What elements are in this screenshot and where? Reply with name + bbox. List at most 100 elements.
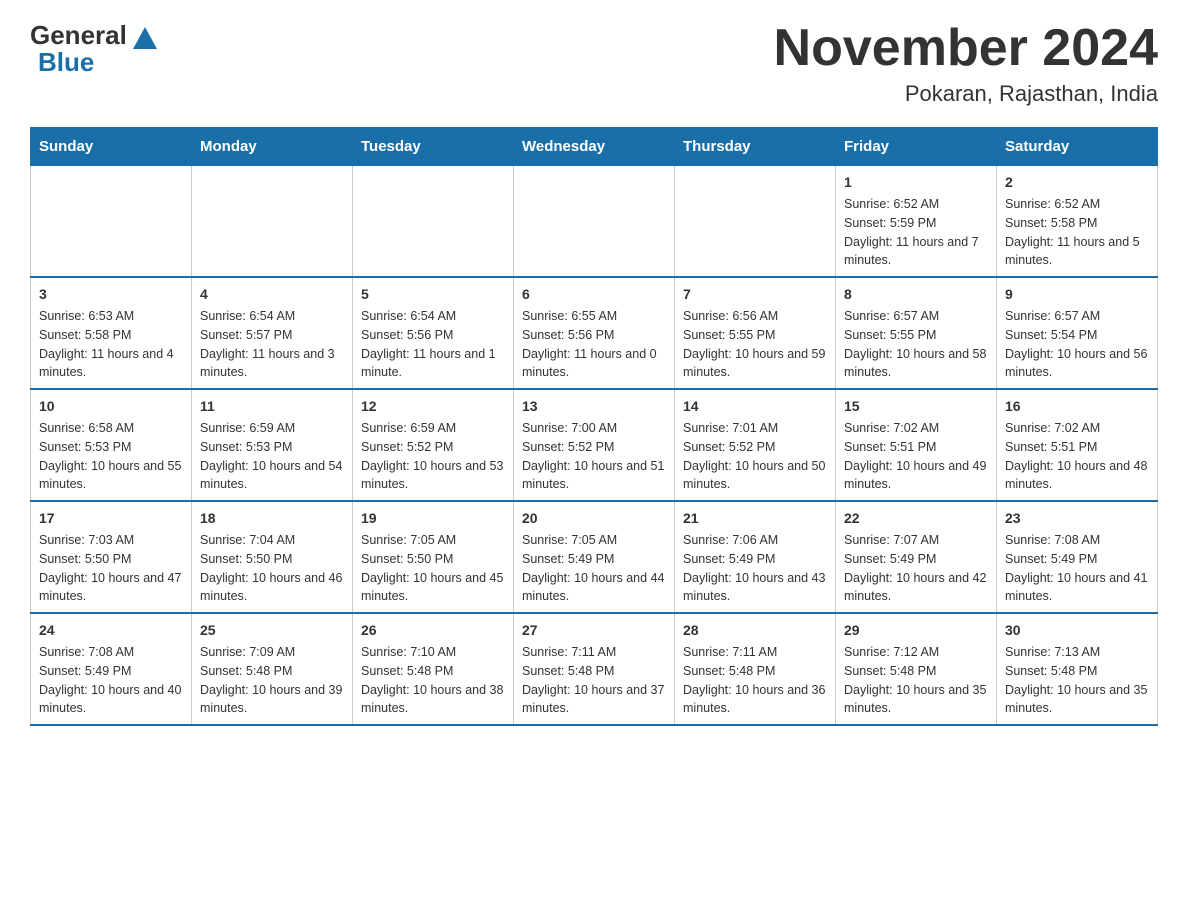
calendar-cell: 16Sunrise: 7:02 AM Sunset: 5:51 PM Dayli… — [997, 389, 1158, 501]
day-info: Sunrise: 6:59 AM Sunset: 5:52 PM Dayligh… — [361, 419, 505, 494]
day-number: 19 — [361, 508, 505, 529]
day-info: Sunrise: 7:05 AM Sunset: 5:49 PM Dayligh… — [522, 531, 666, 606]
month-year-title: November 2024 — [774, 20, 1158, 77]
calendar-cell: 24Sunrise: 7:08 AM Sunset: 5:49 PM Dayli… — [31, 613, 192, 725]
logo-triangle-icon — [133, 27, 157, 49]
day-info: Sunrise: 7:05 AM Sunset: 5:50 PM Dayligh… — [361, 531, 505, 606]
calendar-cell: 23Sunrise: 7:08 AM Sunset: 5:49 PM Dayli… — [997, 501, 1158, 613]
day-info: Sunrise: 6:56 AM Sunset: 5:55 PM Dayligh… — [683, 307, 827, 382]
day-number: 11 — [200, 396, 344, 417]
day-number: 9 — [1005, 284, 1149, 305]
calendar-cell: 15Sunrise: 7:02 AM Sunset: 5:51 PM Dayli… — [836, 389, 997, 501]
calendar-cell: 4Sunrise: 6:54 AM Sunset: 5:57 PM Daylig… — [192, 277, 353, 389]
calendar-cell: 26Sunrise: 7:10 AM Sunset: 5:48 PM Dayli… — [353, 613, 514, 725]
day-info: Sunrise: 6:58 AM Sunset: 5:53 PM Dayligh… — [39, 419, 183, 494]
calendar-cell: 29Sunrise: 7:12 AM Sunset: 5:48 PM Dayli… — [836, 613, 997, 725]
day-info: Sunrise: 7:11 AM Sunset: 5:48 PM Dayligh… — [683, 643, 827, 718]
day-number: 27 — [522, 620, 666, 641]
calendar-cell: 28Sunrise: 7:11 AM Sunset: 5:48 PM Dayli… — [675, 613, 836, 725]
day-number: 1 — [844, 172, 988, 193]
calendar-cell: 14Sunrise: 7:01 AM Sunset: 5:52 PM Dayli… — [675, 389, 836, 501]
day-info: Sunrise: 6:57 AM Sunset: 5:54 PM Dayligh… — [1005, 307, 1149, 382]
weekday-header-tuesday: Tuesday — [353, 128, 514, 166]
day-number: 22 — [844, 508, 988, 529]
calendar-cell — [514, 166, 675, 278]
day-number: 23 — [1005, 508, 1149, 529]
day-number: 2 — [1005, 172, 1149, 193]
calendar-cell: 11Sunrise: 6:59 AM Sunset: 5:53 PM Dayli… — [192, 389, 353, 501]
day-number: 28 — [683, 620, 827, 641]
weekday-header-friday: Friday — [836, 128, 997, 166]
day-number: 17 — [39, 508, 183, 529]
day-number: 3 — [39, 284, 183, 305]
day-info: Sunrise: 7:04 AM Sunset: 5:50 PM Dayligh… — [200, 531, 344, 606]
day-number: 5 — [361, 284, 505, 305]
day-info: Sunrise: 7:09 AM Sunset: 5:48 PM Dayligh… — [200, 643, 344, 718]
title-area: November 2024 Pokaran, Rajasthan, India — [774, 20, 1158, 107]
calendar-cell: 7Sunrise: 6:56 AM Sunset: 5:55 PM Daylig… — [675, 277, 836, 389]
day-info: Sunrise: 6:52 AM Sunset: 5:58 PM Dayligh… — [1005, 195, 1149, 270]
calendar-cell: 18Sunrise: 7:04 AM Sunset: 5:50 PM Dayli… — [192, 501, 353, 613]
day-number: 18 — [200, 508, 344, 529]
day-info: Sunrise: 6:55 AM Sunset: 5:56 PM Dayligh… — [522, 307, 666, 382]
day-info: Sunrise: 6:59 AM Sunset: 5:53 PM Dayligh… — [200, 419, 344, 494]
day-number: 30 — [1005, 620, 1149, 641]
calendar-cell: 17Sunrise: 7:03 AM Sunset: 5:50 PM Dayli… — [31, 501, 192, 613]
day-info: Sunrise: 7:12 AM Sunset: 5:48 PM Dayligh… — [844, 643, 988, 718]
day-number: 8 — [844, 284, 988, 305]
day-info: Sunrise: 6:54 AM Sunset: 5:56 PM Dayligh… — [361, 307, 505, 382]
calendar-cell: 2Sunrise: 6:52 AM Sunset: 5:58 PM Daylig… — [997, 166, 1158, 278]
location-subtitle: Pokaran, Rajasthan, India — [774, 81, 1158, 107]
calendar-table: SundayMondayTuesdayWednesdayThursdayFrid… — [30, 127, 1158, 726]
calendar-cell: 12Sunrise: 6:59 AM Sunset: 5:52 PM Dayli… — [353, 389, 514, 501]
day-info: Sunrise: 7:02 AM Sunset: 5:51 PM Dayligh… — [1005, 419, 1149, 494]
day-number: 29 — [844, 620, 988, 641]
logo-blue-text: Blue — [30, 47, 94, 78]
logo: General Blue — [30, 20, 157, 78]
calendar-cell: 30Sunrise: 7:13 AM Sunset: 5:48 PM Dayli… — [997, 613, 1158, 725]
calendar-cell: 25Sunrise: 7:09 AM Sunset: 5:48 PM Dayli… — [192, 613, 353, 725]
day-number: 16 — [1005, 396, 1149, 417]
calendar-cell: 13Sunrise: 7:00 AM Sunset: 5:52 PM Dayli… — [514, 389, 675, 501]
day-info: Sunrise: 7:02 AM Sunset: 5:51 PM Dayligh… — [844, 419, 988, 494]
weekday-header-saturday: Saturday — [997, 128, 1158, 166]
calendar-cell: 1Sunrise: 6:52 AM Sunset: 5:59 PM Daylig… — [836, 166, 997, 278]
weekday-header-monday: Monday — [192, 128, 353, 166]
calendar-cell: 8Sunrise: 6:57 AM Sunset: 5:55 PM Daylig… — [836, 277, 997, 389]
day-number: 10 — [39, 396, 183, 417]
calendar-cell: 6Sunrise: 6:55 AM Sunset: 5:56 PM Daylig… — [514, 277, 675, 389]
day-info: Sunrise: 7:08 AM Sunset: 5:49 PM Dayligh… — [1005, 531, 1149, 606]
calendar-cell: 20Sunrise: 7:05 AM Sunset: 5:49 PM Dayli… — [514, 501, 675, 613]
weekday-header-thursday: Thursday — [675, 128, 836, 166]
day-number: 20 — [522, 508, 666, 529]
day-info: Sunrise: 6:57 AM Sunset: 5:55 PM Dayligh… — [844, 307, 988, 382]
day-number: 14 — [683, 396, 827, 417]
day-number: 6 — [522, 284, 666, 305]
day-info: Sunrise: 7:03 AM Sunset: 5:50 PM Dayligh… — [39, 531, 183, 606]
calendar-cell: 10Sunrise: 6:58 AM Sunset: 5:53 PM Dayli… — [31, 389, 192, 501]
calendar-cell: 3Sunrise: 6:53 AM Sunset: 5:58 PM Daylig… — [31, 277, 192, 389]
weekday-header-sunday: Sunday — [31, 128, 192, 166]
day-info: Sunrise: 7:06 AM Sunset: 5:49 PM Dayligh… — [683, 531, 827, 606]
day-info: Sunrise: 7:01 AM Sunset: 5:52 PM Dayligh… — [683, 419, 827, 494]
calendar-header-row: SundayMondayTuesdayWednesdayThursdayFrid… — [31, 128, 1158, 166]
day-number: 13 — [522, 396, 666, 417]
calendar-cell — [353, 166, 514, 278]
calendar-cell: 21Sunrise: 7:06 AM Sunset: 5:49 PM Dayli… — [675, 501, 836, 613]
calendar-cell — [675, 166, 836, 278]
day-info: Sunrise: 7:07 AM Sunset: 5:49 PM Dayligh… — [844, 531, 988, 606]
calendar-cell — [31, 166, 192, 278]
day-info: Sunrise: 6:54 AM Sunset: 5:57 PM Dayligh… — [200, 307, 344, 382]
calendar-week-3: 10Sunrise: 6:58 AM Sunset: 5:53 PM Dayli… — [31, 389, 1158, 501]
day-number: 4 — [200, 284, 344, 305]
calendar-cell: 22Sunrise: 7:07 AM Sunset: 5:49 PM Dayli… — [836, 501, 997, 613]
calendar-week-2: 3Sunrise: 6:53 AM Sunset: 5:58 PM Daylig… — [31, 277, 1158, 389]
calendar-cell: 19Sunrise: 7:05 AM Sunset: 5:50 PM Dayli… — [353, 501, 514, 613]
calendar-week-1: 1Sunrise: 6:52 AM Sunset: 5:59 PM Daylig… — [31, 166, 1158, 278]
day-info: Sunrise: 6:53 AM Sunset: 5:58 PM Dayligh… — [39, 307, 183, 382]
calendar-cell — [192, 166, 353, 278]
day-number: 12 — [361, 396, 505, 417]
day-info: Sunrise: 7:00 AM Sunset: 5:52 PM Dayligh… — [522, 419, 666, 494]
day-number: 24 — [39, 620, 183, 641]
day-number: 25 — [200, 620, 344, 641]
